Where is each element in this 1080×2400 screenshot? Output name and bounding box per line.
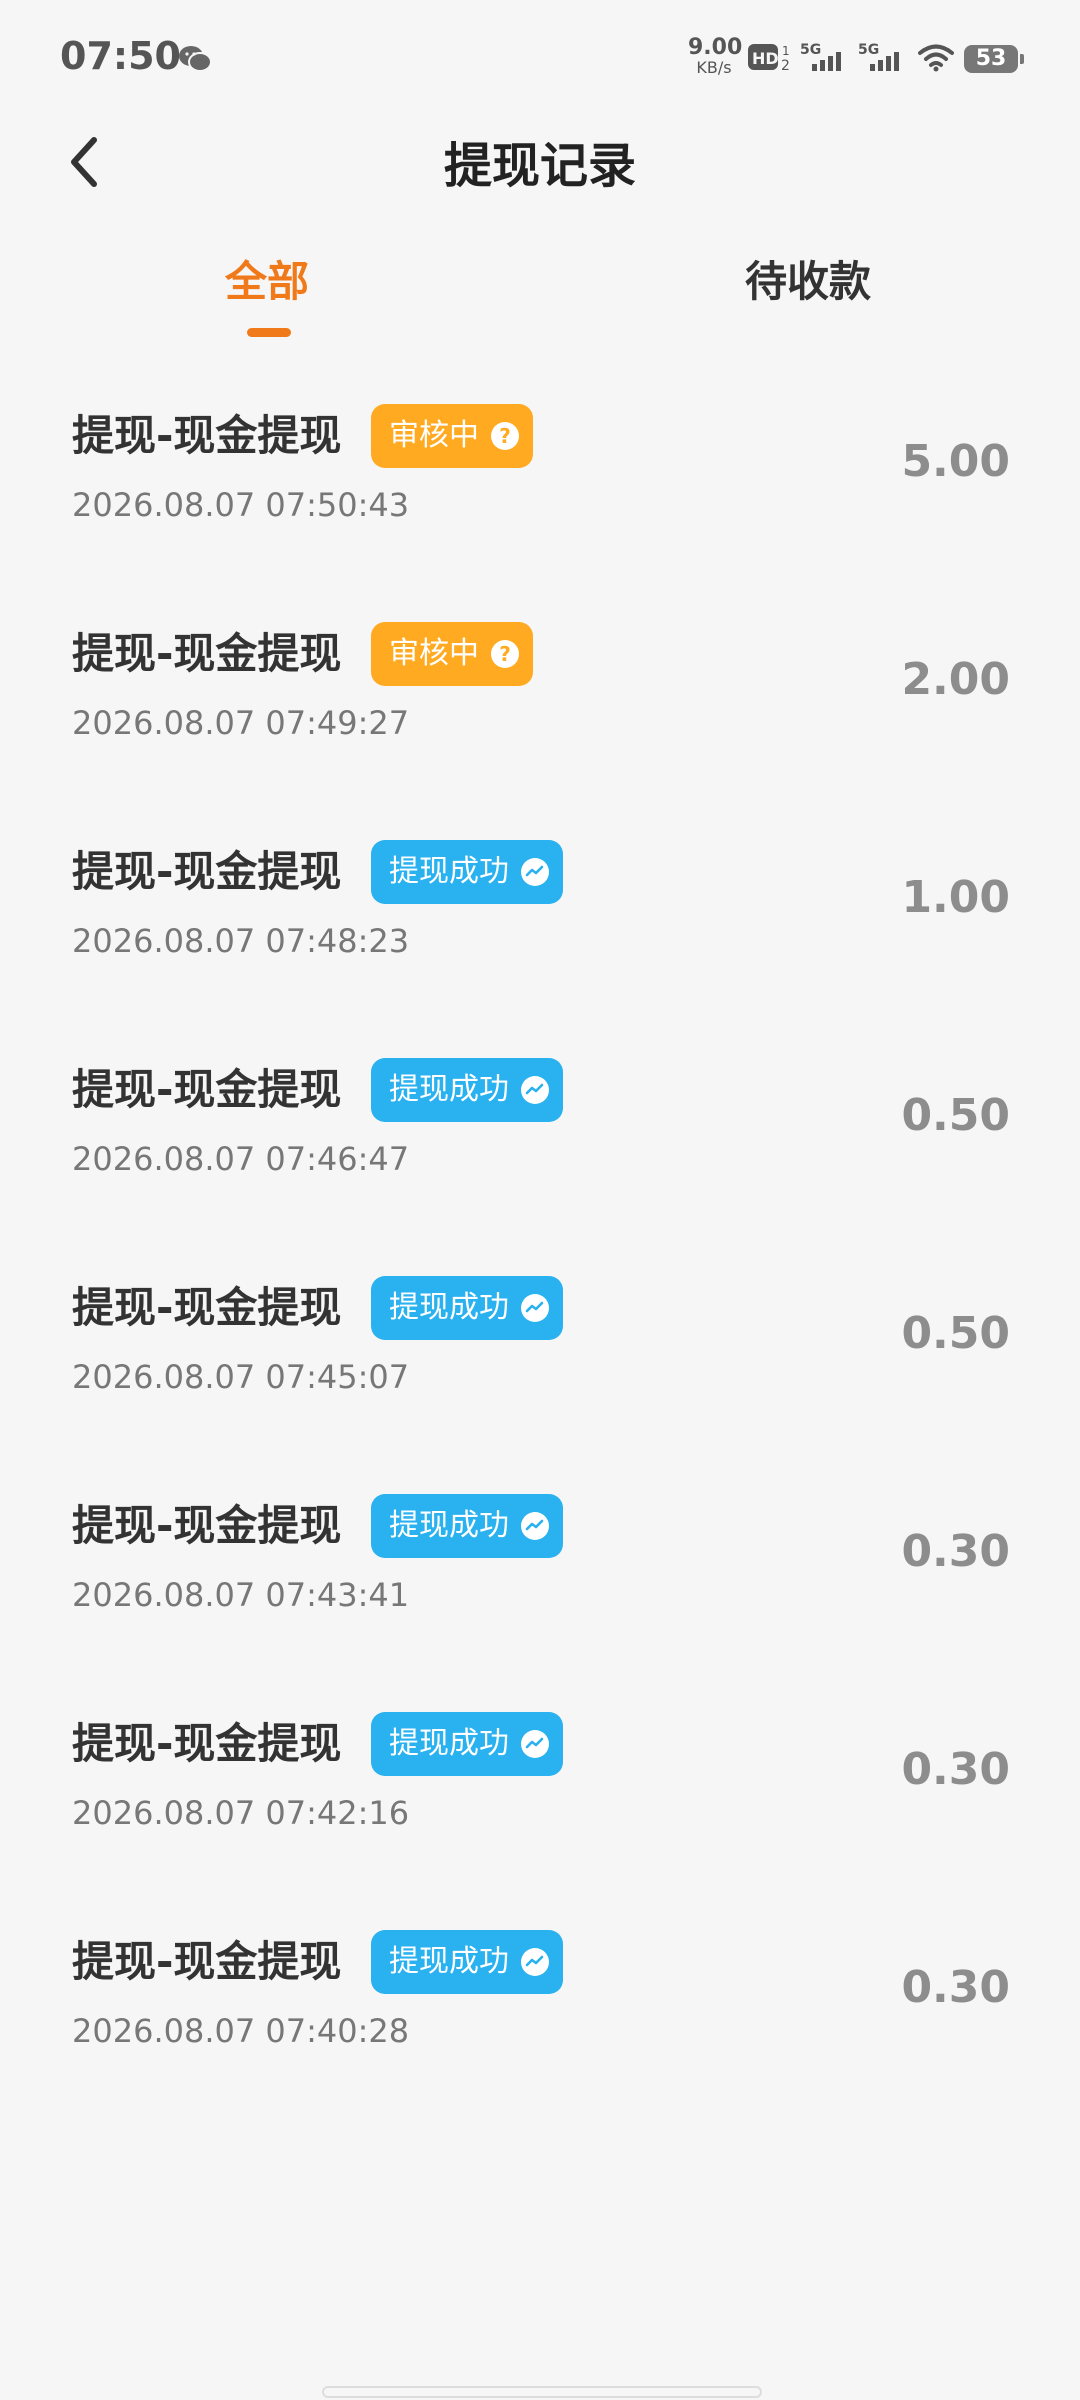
record-amount: 2.00 (901, 654, 1010, 705)
record-amount: 0.30 (901, 1526, 1010, 1577)
record-title: 提现-现金提现 (72, 847, 342, 896)
record-amount: 0.50 (901, 1090, 1010, 1141)
status-badge: 提现成功 (371, 1712, 563, 1776)
record-amount: 0.30 (901, 1744, 1010, 1795)
5g-signal-icon: 5G (800, 42, 841, 71)
record-amount: 0.50 (901, 1308, 1010, 1359)
status-time: 07:50 (60, 34, 181, 78)
record-time: 2026.08.07 07:49:27 (72, 704, 410, 742)
record-title: 提现-现金提现 (72, 411, 342, 460)
status-badge-label: 提现成功 (389, 1290, 509, 1325)
status-badge-label: 提现成功 (389, 854, 509, 889)
svg-text:HD: HD (752, 49, 779, 68)
svg-text:2: 2 (781, 58, 790, 74)
status-bar: 07:50 9.00 KB/s HD 1 2 5G 5G 53 (0, 0, 1080, 120)
question-icon[interactable]: ? (491, 640, 519, 668)
svg-text:1: 1 (782, 44, 790, 58)
status-badge-label: 提现成功 (389, 1072, 509, 1107)
network-speed-value: 9.00 (688, 35, 743, 60)
record-time: 2026.08.07 07:48:23 (72, 922, 410, 960)
record-time: 2026.08.07 07:43:41 (72, 1576, 410, 1614)
status-badge-label: 审核中 (389, 418, 479, 453)
wechat-icon (179, 46, 212, 72)
record-amount: 0.30 (901, 1962, 1010, 2013)
list-item[interactable]: 提现-现金提现 提现成功 2026.08.07 07:42:16 0.30 (0, 1712, 1080, 1914)
status-badge: 提现成功 (371, 1276, 563, 1340)
wifi-icon (918, 44, 954, 72)
chat-bubble-icon (521, 1512, 549, 1540)
list-item[interactable]: 提现-现金提现 提现成功 2026.08.07 07:43:41 0.30 (0, 1494, 1080, 1696)
chat-bubble-icon (521, 858, 549, 886)
screen: 07:50 9.00 KB/s HD 1 2 5G 5G 53 提现记录 全部 … (0, 0, 1080, 2400)
record-time: 2026.08.07 07:40:28 (72, 2012, 410, 2050)
network-speed-unit: KB/s (696, 58, 732, 77)
record-time: 2026.08.07 07:46:47 (72, 1140, 410, 1178)
status-badge: 审核中 ? (371, 404, 533, 468)
svg-text:5G: 5G (858, 42, 879, 58)
svg-text:5G: 5G (800, 42, 821, 58)
record-time: 2026.08.07 07:45:07 (72, 1358, 410, 1396)
list-item[interactable]: 提现-现金提现 提现成功 2026.08.07 07:48:23 1.00 (0, 840, 1080, 1042)
hd-icon: HD 1 2 (748, 44, 790, 74)
list-item[interactable]: 提现-现金提现 审核中 ? 2026.08.07 07:49:27 2.00 (0, 622, 1080, 824)
status-badge: 提现成功 (371, 1058, 563, 1122)
chat-bubble-icon (521, 1076, 549, 1104)
record-amount: 1.00 (901, 872, 1010, 923)
chat-bubble-icon (521, 1294, 549, 1322)
status-badge-label: 审核中 (389, 636, 479, 671)
record-title: 提现-现金提现 (72, 1283, 342, 1332)
tab-pending-payment[interactable]: 待收款 (745, 248, 871, 309)
status-badge: 审核中 ? (371, 622, 533, 686)
chat-bubble-icon (521, 1948, 549, 1976)
page-title: 提现记录 (443, 138, 636, 194)
status-badge-label: 提现成功 (389, 1508, 509, 1543)
status-badge-label: 提现成功 (389, 1944, 509, 1979)
question-icon[interactable]: ? (491, 422, 519, 450)
list-item[interactable]: 提现-现金提现 提现成功 2026.08.07 07:46:47 0.50 (0, 1058, 1080, 1260)
record-amount: 5.00 (901, 436, 1010, 487)
record-title: 提现-现金提现 (72, 1937, 342, 1986)
status-badge-label: 提现成功 (389, 1726, 509, 1761)
status-badge: 提现成功 (371, 840, 563, 904)
record-time: 2026.08.07 07:42:16 (72, 1794, 410, 1832)
home-indicator[interactable] (322, 2386, 762, 2398)
5g-signal-icon: 5G (858, 42, 899, 71)
status-badge: 提现成功 (371, 1930, 563, 1994)
record-time: 2026.08.07 07:50:43 (72, 486, 410, 524)
tab-all[interactable]: 全部 (225, 248, 309, 309)
record-title: 提现-现金提现 (72, 1501, 342, 1550)
record-title: 提现-现金提现 (72, 1065, 342, 1114)
status-badge: 提现成功 (371, 1494, 563, 1558)
list-item[interactable]: 提现-现金提现 审核中 ? 2026.08.07 07:50:43 5.00 (0, 404, 1080, 606)
record-title: 提现-现金提现 (72, 1719, 342, 1768)
chat-bubble-icon (521, 1730, 549, 1758)
active-tab-indicator (247, 328, 291, 337)
list-item[interactable]: 提现-现金提现 提现成功 2026.08.07 07:40:28 0.30 (0, 1930, 1080, 2132)
battery-icon: 53 (964, 45, 1024, 73)
list-item[interactable]: 提现-现金提现 提现成功 2026.08.07 07:45:07 0.50 (0, 1276, 1080, 1478)
record-title: 提现-现金提现 (72, 629, 342, 678)
network-speed: 9.00 KB/s (688, 35, 743, 78)
